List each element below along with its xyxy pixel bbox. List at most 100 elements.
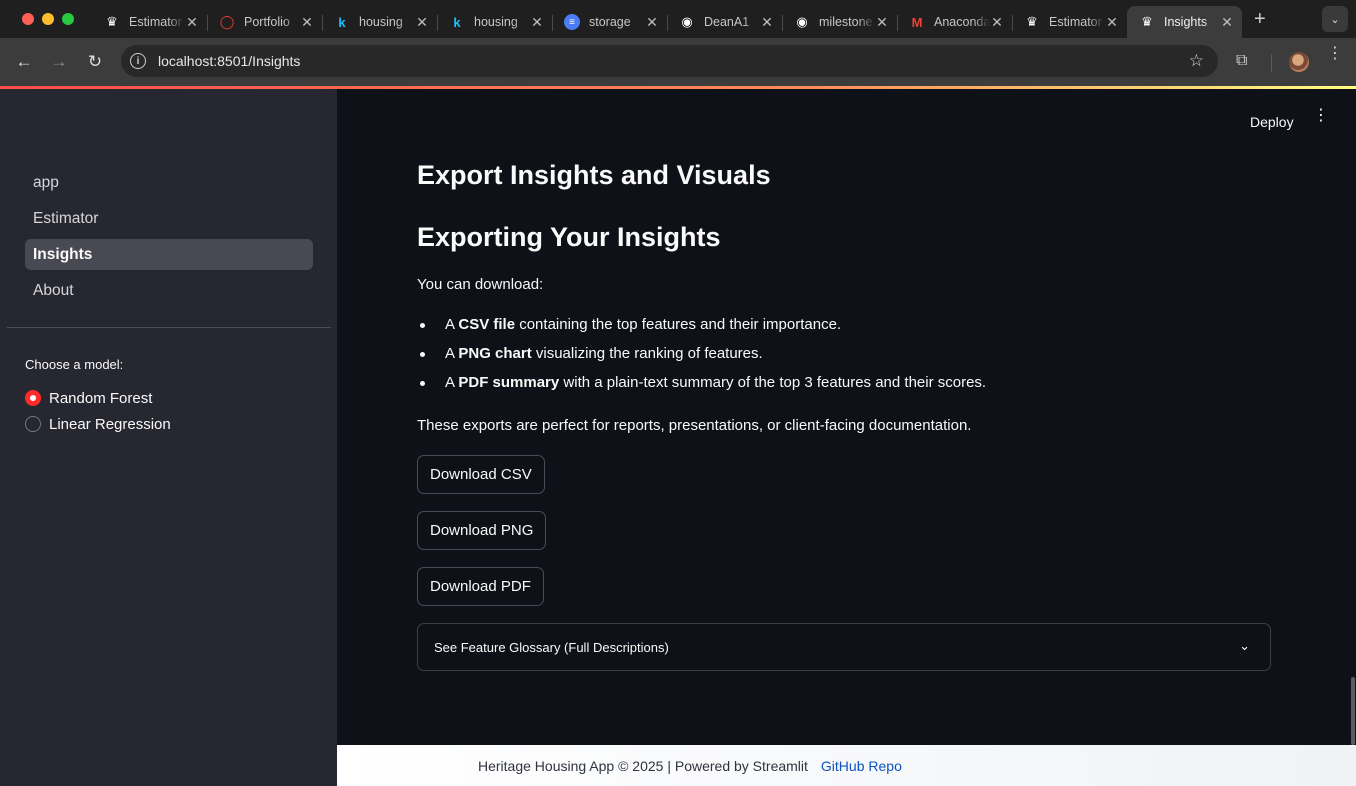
sidebar-item-label: About xyxy=(33,281,74,299)
app-menu-icon[interactable]: ⋮ xyxy=(1313,108,1329,124)
scrollbar-thumb[interactable] xyxy=(1351,677,1355,745)
close-window-button[interactable] xyxy=(22,13,34,25)
sidebar-item-label: Insights xyxy=(33,245,93,263)
sidebar-item-label: Estimator xyxy=(33,209,99,227)
download-png-button[interactable]: Download PNG xyxy=(417,511,547,550)
sidebar-item-insights[interactable]: Insights xyxy=(25,239,313,270)
outro-text: These exports are perfect for reports, p… xyxy=(417,417,972,434)
tab-search-button[interactable]: ⌄ xyxy=(1322,6,1348,32)
forward-button[interactable]: → xyxy=(49,52,69,72)
tab-deana1[interactable]: ◉ DeanA1 ✕ xyxy=(667,7,782,37)
extensions-puzzle-icon[interactable]: ⧉ xyxy=(1236,52,1247,70)
chevron-down-icon: ⌄ xyxy=(1239,638,1250,653)
tab-housing[interactable]: k housing ✕ xyxy=(322,7,437,37)
tab-anaconda[interactable]: M Anaconda ✕ xyxy=(897,7,1012,37)
list-item: A CSV file containing the top features a… xyxy=(417,316,986,345)
reload-button[interactable]: ↻ xyxy=(85,52,105,72)
back-button[interactable]: ← xyxy=(14,52,34,72)
expander-label: See Feature Glossary (Full Descriptions) xyxy=(434,639,669,655)
sidebar-nav: app Estimator Insights About xyxy=(25,167,313,311)
sidebar-item-app[interactable]: app xyxy=(25,167,313,198)
site-info-icon[interactable]: i xyxy=(130,53,146,69)
close-tab-icon[interactable]: ✕ xyxy=(645,14,659,31)
tab-strip: ♛ Estimator ✕ ◯ Portfolio ✕ k housing ✕ k housing ✕… xyxy=(92,0,1242,38)
footer-text: Heritage Housing App © 2025 | Powered by… xyxy=(478,757,808,774)
list-item: A PDF summary with a plain-text summary … xyxy=(417,374,986,403)
opera-o-icon: ◯ xyxy=(219,14,235,29)
address-bar[interactable]: i localhost:8501/Insights ☆ xyxy=(121,45,1218,77)
tab-title: housing xyxy=(359,15,403,29)
download-pdf-button[interactable]: Download PDF xyxy=(417,567,544,606)
browser-toolbar: ← → ↻ i localhost:8501/Insights ☆ ⧉ ⋮ xyxy=(0,38,1356,86)
toolbar-divider xyxy=(1271,54,1272,72)
kaggle-k-icon: k xyxy=(453,14,461,30)
tab-milestone[interactable]: ◉ milestone ✕ xyxy=(782,7,897,37)
close-tab-icon[interactable]: ✕ xyxy=(760,14,774,31)
sidebar-divider xyxy=(7,327,331,328)
radio-checked-icon xyxy=(25,390,41,406)
bookmark-star-icon[interactable]: ☆ xyxy=(1189,51,1204,71)
tab-insights[interactable]: ♛ Insights ✕ xyxy=(1127,6,1242,38)
sidebar-item-label: app xyxy=(33,173,59,191)
feature-glossary-expander[interactable]: See Feature Glossary (Full Descriptions)… xyxy=(417,623,1271,671)
close-tab-icon[interactable]: ✕ xyxy=(185,14,199,31)
minimize-window-button[interactable] xyxy=(42,13,54,25)
app-footer: Heritage Housing App © 2025 | Powered by… xyxy=(337,745,1356,786)
page-title: Export Insights and Visuals xyxy=(417,160,771,190)
tab-title: milestone xyxy=(819,15,873,29)
list-item: A PNG chart visualizing the ranking of f… xyxy=(417,345,986,374)
window-controls xyxy=(22,13,74,25)
cloud-storage-icon: ≡ xyxy=(564,14,580,30)
browser-menu-icon[interactable]: ⋮ xyxy=(1327,46,1343,62)
profile-avatar[interactable] xyxy=(1289,52,1309,72)
reload-icon: ↻ xyxy=(87,52,103,71)
arrow-right-icon: → xyxy=(50,52,68,71)
close-tab-icon[interactable]: ✕ xyxy=(530,14,544,31)
radio-label: Random Forest xyxy=(49,389,153,407)
tab-portfolio[interactable]: ◯ Portfolio ✕ xyxy=(207,7,322,37)
radio-random-forest[interactable]: Random Forest xyxy=(25,385,171,411)
tab-estimator[interactable]: ♛ Estimator ✕ xyxy=(1012,7,1127,37)
radio-label: Linear Regression xyxy=(49,415,171,433)
tab-title: storage xyxy=(589,15,631,29)
close-tab-icon[interactable]: ✕ xyxy=(415,14,429,31)
sidebar-item-about[interactable]: About xyxy=(25,275,313,306)
sidebar: app Estimator Insights About Choose a mo… xyxy=(0,89,337,786)
tab-estimator[interactable]: ♛ Estimator ✕ xyxy=(92,7,207,37)
maximize-window-button[interactable] xyxy=(62,13,74,25)
new-tab-button[interactable]: + xyxy=(1254,8,1266,31)
tab-storage[interactable]: ≡ storage ✕ xyxy=(552,7,667,37)
arrow-left-icon: ← xyxy=(15,52,33,71)
close-tab-icon[interactable]: ✕ xyxy=(1220,14,1234,31)
tab-title: Estimator xyxy=(1049,15,1102,29)
export-list: A CSV file containing the top features a… xyxy=(417,316,986,403)
tab-title: housing xyxy=(474,15,518,29)
sidebar-item-estimator[interactable]: Estimator xyxy=(25,203,313,234)
close-tab-icon[interactable]: ✕ xyxy=(1105,14,1119,31)
download-csv-button[interactable]: Download CSV xyxy=(417,455,545,494)
url-text: localhost:8501/Insights xyxy=(158,53,301,69)
tab-title: Portfolio xyxy=(244,15,290,29)
github-icon: ◉ xyxy=(681,14,693,29)
chevron-down-icon: ⌄ xyxy=(1330,13,1340,26)
tab-title: Anaconda xyxy=(934,15,990,29)
browser-tab-bar: ♛ Estimator ✕ ◯ Portfolio ✕ k housing ✕ k housing ✕… xyxy=(0,0,1356,38)
github-icon: ◉ xyxy=(796,14,808,29)
github-repo-link[interactable]: GitHub Repo xyxy=(821,758,902,774)
tab-title: Estimator xyxy=(129,15,182,29)
model-radio-group: Random Forest Linear Regression xyxy=(25,385,171,437)
radio-linear-regression[interactable]: Linear Regression xyxy=(25,411,171,437)
close-tab-icon[interactable]: ✕ xyxy=(300,14,314,31)
tab-title: Insights xyxy=(1164,15,1208,29)
close-tab-icon[interactable]: ✕ xyxy=(990,14,1004,31)
section-heading: Exporting Your Insights xyxy=(417,222,721,252)
close-tab-icon[interactable]: ✕ xyxy=(875,14,889,31)
intro-text: You can download: xyxy=(417,276,544,293)
streamlit-crown-icon: ♛ xyxy=(106,14,118,29)
gmail-icon: M xyxy=(911,14,923,30)
kaggle-k-icon: k xyxy=(338,14,346,30)
tab-title: DeanA1 xyxy=(704,15,750,29)
tab-housing[interactable]: k housing ✕ xyxy=(437,7,552,37)
radio-unchecked-icon xyxy=(25,416,41,432)
deploy-button[interactable]: Deploy xyxy=(1250,114,1294,130)
